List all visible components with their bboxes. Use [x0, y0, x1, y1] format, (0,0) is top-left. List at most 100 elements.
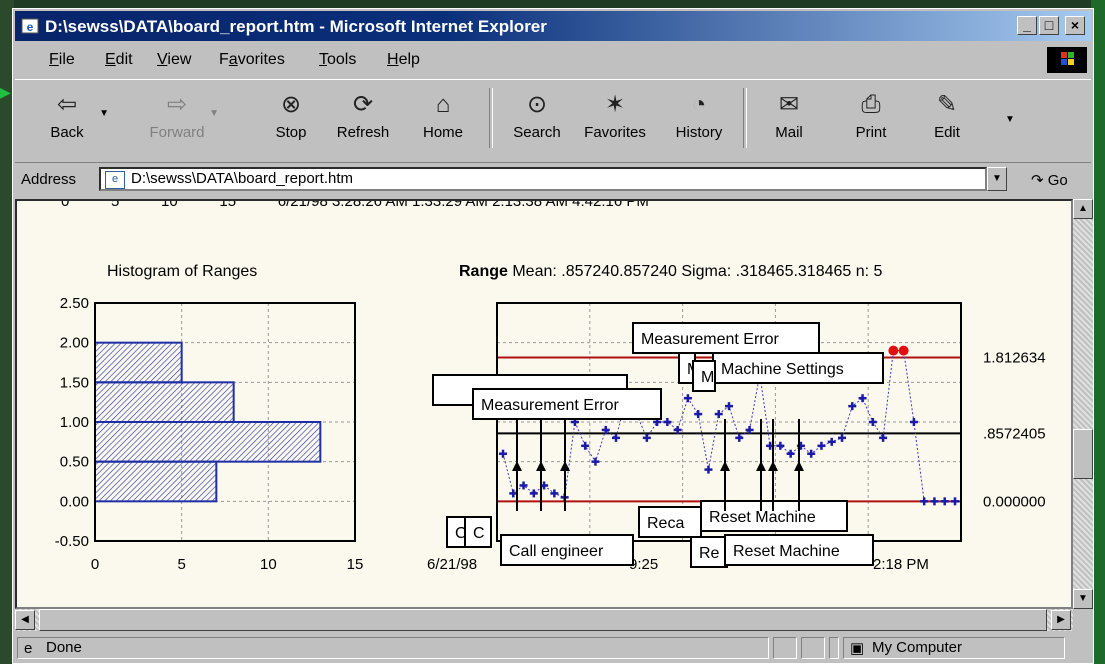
stop-button[interactable]: ⊗ Stop: [259, 84, 323, 158]
address-dropdown-icon[interactable]: ▼: [987, 167, 1007, 191]
out-of-control-point: [888, 345, 899, 356]
annotation-callout: Reset Machine: [724, 534, 874, 566]
scroll-left-icon[interactable]: ◀: [15, 610, 35, 630]
menu-bar: File Edit View Favorites Tools Help: [15, 45, 1091, 75]
annotation-callout: M: [692, 360, 716, 392]
go-button[interactable]: ↷ Go: [1031, 171, 1068, 189]
svg-text:e: e: [27, 20, 34, 34]
annotation-label: Measurement Error: [641, 331, 779, 348]
histogram-x-tick-label: 5: [177, 556, 185, 573]
annotation-callout: Measurement Error: [472, 388, 662, 420]
print-button[interactable]: ⎙ Print: [839, 84, 903, 158]
out-of-control-point: [898, 345, 909, 356]
clipped-top-text: 0 5 10 15 6/21/98 3:28:26 AM 1:33:29 AM …: [61, 199, 649, 210]
range-point: [550, 489, 559, 498]
menu-tools[interactable]: Tools: [319, 51, 356, 69]
vertical-scrollbar[interactable]: ▲ ▼: [1073, 199, 1093, 609]
minimize-button[interactable]: _: [1017, 16, 1037, 35]
edit-button[interactable]: ✎ Edit: [915, 84, 979, 158]
range-point: [951, 497, 959, 506]
annotation-callout: Machine Settings: [712, 352, 884, 384]
toolbar-separator: [489, 88, 493, 148]
close-button[interactable]: ×: [1065, 16, 1085, 35]
maximize-button[interactable]: □: [1039, 16, 1059, 35]
edit-page-icon: ✎: [936, 91, 958, 118]
annotation-arrow-icon: [720, 461, 730, 471]
annotation-label: Machine Settings: [721, 361, 844, 378]
control-line-label: 0.000000: [983, 493, 1046, 510]
status-text: Done: [46, 639, 82, 656]
annotation-label: Call engineer: [509, 543, 604, 560]
scroll-down-icon[interactable]: ▼: [1073, 589, 1093, 609]
histogram-bar: [94, 421, 322, 463]
stop-icon: ⊗: [280, 91, 302, 118]
home-icon: ⌂: [435, 91, 451, 118]
status-bar: e Done ▣ My Computer: [15, 635, 1091, 661]
horizontal-scroll-thumb[interactable]: [39, 609, 1047, 631]
range-point: [879, 433, 888, 442]
menu-help[interactable]: Help: [387, 51, 420, 69]
mail-button[interactable]: ✉ Mail: [757, 84, 821, 158]
annotation-label: Reset Machine: [709, 509, 816, 526]
range-point: [838, 433, 846, 442]
refresh-button[interactable]: ⟳ Refresh: [331, 84, 395, 158]
annotation-label: C: [473, 525, 485, 542]
back-dropdown-icon[interactable]: ▼: [99, 108, 109, 119]
range-point: [529, 489, 538, 498]
toolbar-separator: [743, 88, 747, 148]
histogram-y-tick-label: 0.50: [60, 454, 89, 471]
mail-icon: ✉: [778, 91, 800, 118]
range-point: [663, 418, 672, 426]
menu-edit[interactable]: Edit: [105, 51, 133, 69]
control-line-label: 1.812634: [983, 350, 1046, 367]
forward-dropdown-icon[interactable]: ▼: [209, 108, 219, 119]
histogram-bar: [94, 381, 235, 424]
range-point: [519, 481, 528, 490]
histogram-y-tick-label: 2.50: [60, 295, 89, 312]
forward-button[interactable]: ⇨ Forward ▼: [145, 84, 219, 158]
home-button[interactable]: ⌂ Home: [411, 84, 475, 158]
annotation-callout: Call engineer: [500, 534, 634, 566]
annotation-callout: C: [464, 516, 492, 548]
histogram-title: Histogram of Ranges: [107, 263, 258, 280]
range-point: [786, 449, 795, 458]
scroll-right-icon[interactable]: ▶: [1051, 610, 1071, 630]
horizontal-scrollbar[interactable]: ◀ ▶: [15, 609, 1073, 631]
scroll-up-icon[interactable]: ▲: [1073, 199, 1093, 219]
forward-arrow-icon: ⇨: [166, 91, 188, 118]
search-button[interactable]: ⊙ Search: [505, 84, 569, 158]
vertical-scroll-thumb[interactable]: [1073, 429, 1093, 479]
range-point: [735, 433, 744, 442]
back-button[interactable]: ⇦ Back ▼: [35, 84, 109, 158]
menu-favorites[interactable]: Favorites: [219, 51, 285, 69]
histogram-x-tick-label: 10: [260, 556, 277, 573]
histogram-y-tick-label: 1.00: [60, 414, 89, 431]
range-point: [683, 394, 692, 403]
menu-view[interactable]: View: [157, 51, 191, 69]
range-point: [581, 441, 590, 450]
ie-app-icon: e: [21, 18, 39, 34]
toolbar: ⇦ Back ▼ ⇨ Forward ▼ ⊗ Stop ⟳ Refresh ⌂ …: [15, 79, 1091, 163]
annotation-label: Reset Machine: [733, 543, 840, 560]
annotation-arrow-icon: [756, 461, 766, 471]
favorites-button[interactable]: ✶ Favorites: [583, 84, 647, 158]
range-point: [694, 410, 703, 419]
range-point: [848, 402, 857, 411]
histogram-bar: [94, 460, 218, 503]
back-arrow-icon: ⇦: [56, 91, 78, 118]
range-point: [704, 465, 713, 474]
range-point: [930, 497, 939, 506]
histogram-chart: 2.50 2.00 1.50 1.00 0.50 0.00 -0.50 0 5 10 15: [55, 295, 364, 573]
address-input[interactable]: e D:\sewss\DATA\board_report.htm: [99, 167, 987, 191]
annotation-arrow-icon: [768, 461, 778, 471]
toolbar-more-icon[interactable]: ▼: [1005, 114, 1015, 125]
status-zone: ▣ My Computer: [843, 637, 1065, 659]
annotation-callout: Measurement Error: [632, 322, 820, 354]
refresh-icon: ⟳: [352, 91, 374, 118]
go-arrow-icon: ↷: [1031, 172, 1044, 189]
histogram-bar: [94, 341, 183, 384]
annotation-arrow-icon: [512, 461, 522, 471]
page-done-icon: e: [24, 640, 33, 657]
history-button[interactable]: ◔ History: [667, 84, 731, 158]
menu-file[interactable]: File: [49, 51, 75, 69]
